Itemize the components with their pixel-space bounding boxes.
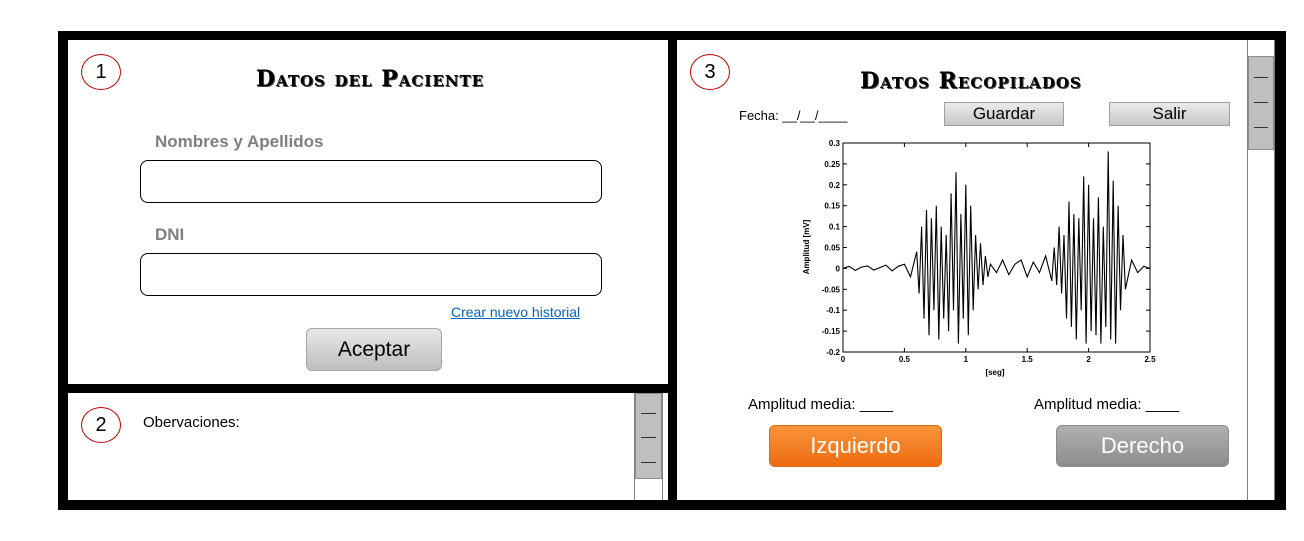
collected-data-scroll-thumb[interactable] <box>1248 56 1274 150</box>
observations-label: Obervaciones: <box>143 414 240 431</box>
y-tick-label: -0.15 <box>822 327 841 336</box>
dni-label: DNI <box>155 225 185 244</box>
name-label: Nombres y Apellidos <box>155 132 324 151</box>
x-axis-label: [seg] <box>985 368 1004 377</box>
grip-line <box>641 437 656 438</box>
grip-line <box>641 462 656 463</box>
left-amplitude-label: Amplitud media: ____ <box>748 396 894 413</box>
right-button[interactable]: Derecho <box>1056 425 1229 467</box>
collected-data-scrollbar[interactable] <box>1247 40 1275 500</box>
date-label: Fecha: __/__/____ <box>739 108 848 123</box>
section-number-2: 2 <box>81 407 121 443</box>
y-tick-label: 0.1 <box>829 223 841 232</box>
y-axis-label: Amplitud [mV] <box>802 219 811 274</box>
save-button[interactable]: Guardar <box>944 102 1064 126</box>
emg-signal-chart: -0.2 -0.15 -0.1 -0.05 0 0.05 0.1 0.15 0.2 0.25 0.3… <box>802 139 1156 377</box>
section-number-3: 3 <box>690 54 730 90</box>
grip-line <box>1254 102 1268 103</box>
y-tick-label: 0.15 <box>824 202 840 211</box>
y-tick-label: 0.05 <box>824 244 840 253</box>
observations-scrollbar[interactable] <box>634 393 663 500</box>
left-button[interactable]: Izquierdo <box>769 425 942 467</box>
y-tick-label: 0.3 <box>829 139 841 148</box>
y-tick-label: -0.05 <box>822 285 841 294</box>
y-tick-label: 0.25 <box>824 160 840 169</box>
x-tick-label: 1 <box>964 355 969 364</box>
collected-data-panel: 3 Datos Recopilados Fecha: __/__/____ Gu… <box>677 40 1275 500</box>
y-tick-label: 0.2 <box>829 181 841 190</box>
create-new-record-link[interactable]: Crear nuevo historial <box>451 304 580 320</box>
y-tick-label: -0.2 <box>826 348 840 357</box>
name-input[interactable] <box>140 160 602 203</box>
x-tick-label: 2 <box>1086 355 1091 364</box>
grip-line <box>641 413 656 414</box>
grip-line <box>1254 77 1268 78</box>
x-tick-label: 0 <box>841 355 846 364</box>
x-tick-label: 2.5 <box>1144 355 1156 364</box>
patient-data-title: Datos del Paciente <box>255 66 485 92</box>
x-tick-label: 1.5 <box>1022 355 1034 364</box>
exit-button[interactable]: Salir <box>1109 102 1230 126</box>
observations-scroll-thumb[interactable] <box>635 393 662 479</box>
grip-line <box>1254 127 1268 128</box>
accept-button[interactable]: Aceptar <box>306 328 442 371</box>
collected-data-title: Datos Recopilados <box>860 68 1082 94</box>
y-tick-label: 0 <box>836 264 841 273</box>
x-tick-label: 0.5 <box>899 355 911 364</box>
dni-input[interactable] <box>140 253 602 296</box>
y-tick-label: -0.1 <box>826 306 840 315</box>
patient-data-panel: 1 Datos del Paciente Nombres y Apellidos… <box>68 40 668 384</box>
right-amplitude-label: Amplitud media: ____ <box>1034 396 1180 413</box>
observations-panel: 2 Obervaciones: <box>68 393 668 500</box>
